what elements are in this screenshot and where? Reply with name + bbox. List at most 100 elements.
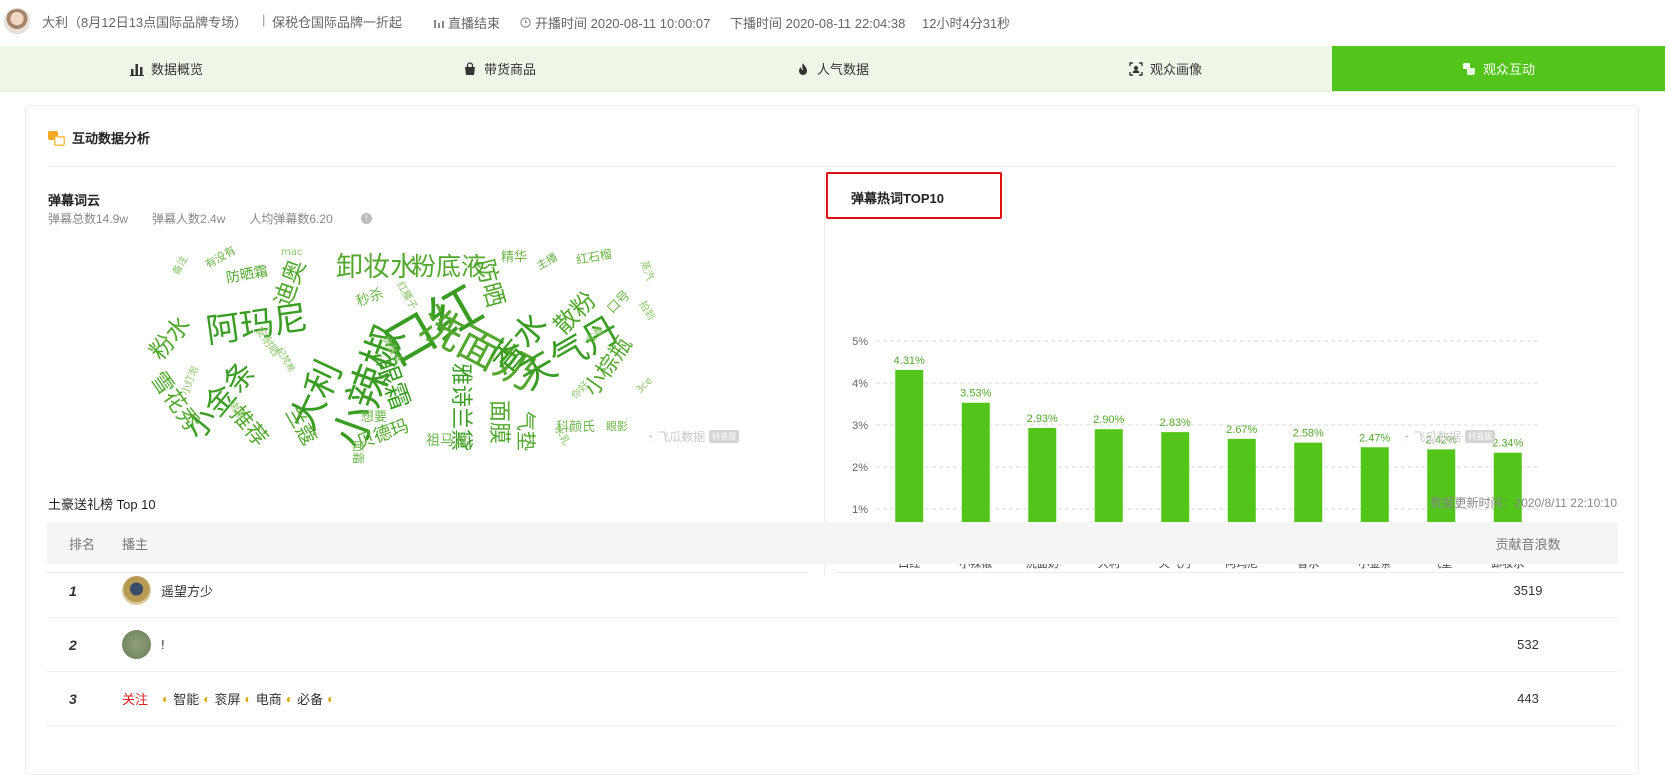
table-row[interactable]: 2 ! 532: [47, 618, 1618, 672]
tab-products[interactable]: 带货商品: [333, 46, 666, 91]
cloud-word: mac: [281, 247, 303, 258]
col-anchor: 播主: [122, 536, 149, 552]
cloud-word: 蒸汽: [637, 259, 656, 283]
watermark-right: ◔ 飞瓜数据 抖音版: [1402, 428, 1496, 445]
user-name-part[interactable]: 必备: [297, 689, 323, 708]
tab-data-overview[interactable]: 数据概览: [0, 46, 333, 91]
gift-ranking-title: 土豪送礼榜 Top 10: [48, 497, 156, 512]
face-scan-icon: [1129, 61, 1143, 76]
gift-value: 532: [1517, 637, 1539, 652]
cloud-word: 有没有: [202, 243, 239, 272]
live-duration: 12小时4分31秒: [922, 16, 1011, 31]
update-time: 数据更新时间：2020/8/11 22:10:10: [1430, 496, 1617, 510]
moon-emoji-icon: ◐: [327, 691, 335, 706]
table-row[interactable]: 3 关注 ◐ 智能 ◐ 衮屏 ◐ 电商 ◐ 必备 ◐ 443: [47, 672, 1618, 726]
signal-bars-icon: [434, 19, 444, 28]
shopping-bag-icon: [464, 61, 475, 75]
bar-value-label: 4.31%: [894, 355, 925, 367]
wordcloud-title: 弹幕词云: [48, 193, 101, 208]
start-time: 开播时间 2020-08-11 10:00:07: [520, 13, 710, 32]
table-row[interactable]: 1 遥望方少 3519: [47, 564, 1618, 618]
rank-number: 2: [69, 636, 77, 653]
section-divider: [47, 166, 1617, 167]
info-icon[interactable]: !: [360, 213, 372, 224]
bar-value-label: 2.67%: [1226, 424, 1257, 436]
user-avatar[interactable]: [122, 576, 151, 605]
user-avatar[interactable]: [122, 630, 151, 659]
user-name-part[interactable]: 电商: [256, 689, 282, 708]
cloud-word: 备注: [170, 254, 191, 278]
gift-ranking-table: 排名 播主 贡献音浪数 1 遥望方少 3519 2 ! 532 3 关注 ◐ 智…: [47, 522, 1618, 726]
cloud-word: 秒杀: [354, 285, 386, 311]
tab-label: 观众画像: [1149, 62, 1202, 77]
bar-value-label: 2.83%: [1160, 417, 1191, 429]
title-separator: |: [262, 12, 266, 27]
user-name[interactable]: 遥望方少: [161, 581, 213, 600]
watermark-badge: 抖音版: [1465, 430, 1496, 443]
cloud-word: 防晒霜: [224, 263, 270, 287]
y-tick-label: 1%: [852, 504, 868, 516]
gift-value: 443: [1517, 691, 1539, 706]
live-subtitle: 保税仓国际品牌一折起: [272, 15, 403, 30]
live-status-text: 直播结束: [448, 16, 501, 31]
watermark-logo-icon: ◔: [1402, 429, 1410, 444]
bar-chart-icon: [129, 63, 144, 76]
tab-label: 观众互动: [1482, 62, 1535, 77]
cloud-word: 小灯泡: [180, 364, 201, 397]
cloud-word: 面膜: [486, 399, 512, 445]
moon-emoji-icon: ◐: [203, 691, 211, 706]
tab-audience-portrait[interactable]: 观众画像: [999, 46, 1332, 91]
danmaku-users: 弹幕人数2.4w: [152, 212, 226, 226]
tab-bar: 数据概览 带货商品 人气数据 观众画像 观众互动: [0, 46, 1665, 92]
tab-label: 数据概览: [150, 62, 203, 77]
top10-bar-chart: 0%1%2%3%4%5%4.31%口红3.53%小辣椒2.93%洗面奶2.90%…: [852, 336, 1541, 569]
cloud-word: 3ce: [634, 375, 655, 396]
cloud-word: 纪梵希: [273, 346, 297, 375]
avg-danmaku: 人均弹幕数6.20: [249, 212, 333, 226]
cloud-word: 眼影: [606, 420, 628, 433]
bar-value-label: 2.58%: [1293, 428, 1324, 440]
start-time-text: 开播时间 2020-08-11 10:00:07: [535, 16, 711, 31]
total-danmaku: 弹幕总数14.9w: [48, 212, 129, 226]
rank-number: 1: [69, 582, 77, 599]
tab-audience-interaction[interactable]: 观众互动: [1332, 46, 1665, 91]
tab-label: 带货商品: [483, 62, 536, 77]
section-title: 互动数据分析: [72, 131, 151, 146]
panel-divider: [824, 176, 825, 576]
user-name-part[interactable]: 智能: [173, 689, 199, 708]
moon-emoji-icon: ◐: [285, 691, 294, 706]
watermark-logo-icon: ◔: [646, 429, 654, 444]
cloud-word: 红腰子: [394, 280, 419, 312]
cloud-word: 主播: [534, 250, 560, 273]
wordcloud-stats: 弹幕总数14.9w 弹幕人数2.4w 人均弹幕数6.20 !: [48, 210, 372, 227]
top10-title: 弹幕热词TOP10: [851, 191, 944, 206]
y-tick-label: 3%: [852, 420, 868, 432]
gift-value: 3519: [1513, 583, 1543, 598]
y-tick-label: 5%: [852, 336, 868, 348]
streamer-avatar[interactable]: [4, 8, 30, 34]
cloud-word: 拍到: [636, 299, 657, 323]
interaction-card: 互动数据分析 弹幕词云 弹幕总数14.9w 弹幕人数2.4w 人均弹幕数6.20…: [25, 105, 1639, 775]
cloud-word: 粉水: [143, 310, 197, 366]
tab-popularity[interactable]: 人气数据: [666, 46, 999, 91]
cloud-word: 气垫: [514, 411, 538, 451]
user-name-part[interactable]: 衮屏: [215, 689, 241, 708]
cloud-word: 精华: [501, 250, 528, 265]
bar-value-label: 2.93%: [1027, 413, 1058, 425]
user-name[interactable]: !: [161, 637, 165, 652]
flame-icon: [798, 62, 807, 75]
rank-number: 3: [69, 690, 77, 707]
follow-tag[interactable]: 关注: [122, 689, 148, 708]
table-header: 排名 播主 贡献音浪数: [47, 522, 1618, 564]
cloud-word: 红石榴: [575, 246, 613, 268]
moon-emoji-icon: ◐: [162, 691, 170, 706]
interaction-analysis-icon: [48, 130, 65, 146]
interaction-icon: [1462, 62, 1475, 75]
cloud-word: 卸妆水: [336, 252, 417, 283]
watermark-text: 飞瓜数据: [657, 430, 706, 444]
section-header: 互动数据分析: [48, 128, 150, 147]
watermark-badge: 抖音版: [709, 430, 740, 443]
tab-label: 人气数据: [816, 62, 869, 77]
bar-value-label: 2.34%: [1492, 438, 1523, 450]
cloud-word: 面霜: [351, 439, 366, 465]
